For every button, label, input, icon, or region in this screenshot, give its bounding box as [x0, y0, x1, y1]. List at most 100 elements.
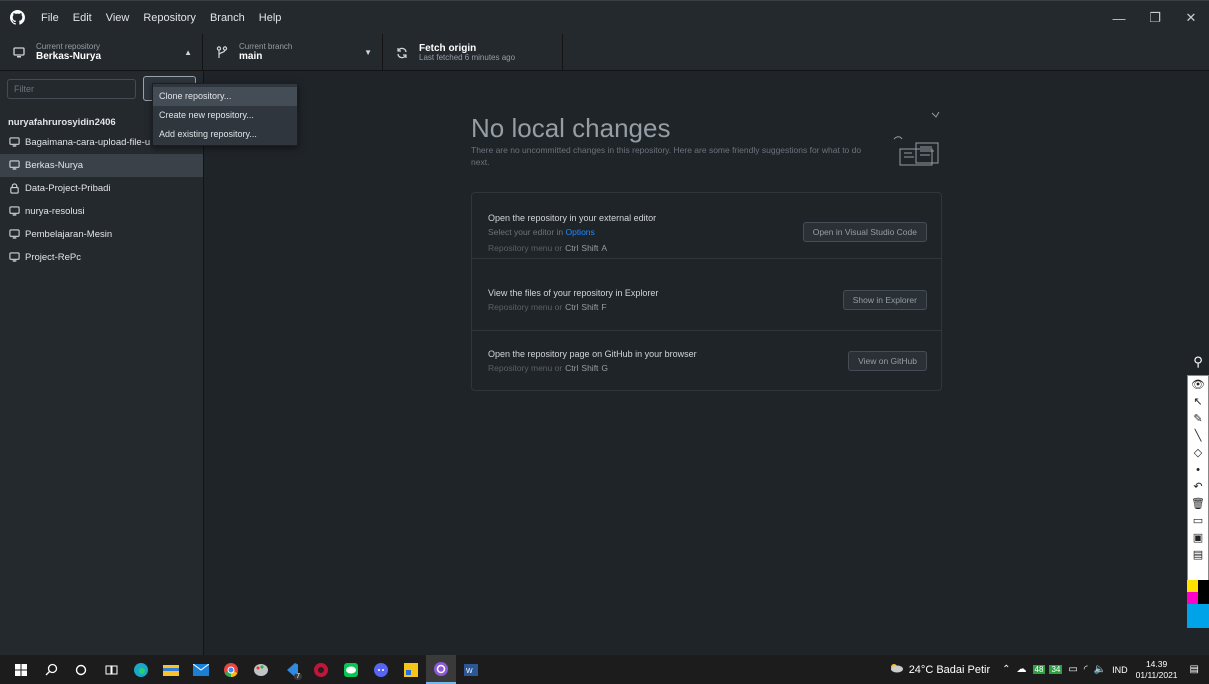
edge-browser-icon[interactable] — [126, 655, 156, 684]
chevron-up-icon[interactable]: ⌃ — [1002, 664, 1010, 675]
suggestions-card: Open the repository in your external edi… — [471, 192, 942, 391]
clone-repository-item[interactable]: Clone repository... — [153, 87, 297, 106]
volume-icon[interactable]: 🔈 — [1094, 664, 1106, 675]
tray-badge[interactable]: 48 — [1032, 665, 1046, 674]
window-controls: — ❐ ✕ — [1101, 1, 1209, 35]
undo-icon[interactable]: ↶ — [1188, 478, 1208, 495]
windows-taskbar: 7 W 24°C Badai Petir ⌃ ☁ 48 34 ▭ ◜ 🔈 IND… — [0, 655, 1209, 684]
wifi-icon[interactable]: ◜ — [1084, 664, 1088, 675]
camera-icon[interactable]: ▣ — [1188, 529, 1208, 546]
repo-item-berkas-nurya[interactable]: Berkas-Nurya — [0, 154, 203, 177]
dot-icon[interactable]: • — [1188, 461, 1208, 478]
restore-button[interactable]: ❐ — [1137, 1, 1173, 35]
eye-icon[interactable]: 👁 — [1188, 376, 1208, 393]
current-repository-caption: Current repository — [36, 41, 101, 51]
minimize-button[interactable]: — — [1101, 1, 1137, 35]
cortana-icon[interactable] — [66, 655, 96, 684]
search-icon[interactable] — [36, 655, 66, 684]
title-bar: File Edit View Repository Branch Help — … — [0, 0, 1209, 34]
repo-item-label: Berkas-Nurya — [25, 160, 84, 171]
menu-edit[interactable]: Edit — [66, 1, 99, 35]
pin-icon[interactable]: ⚲ — [1190, 353, 1206, 371]
color-palette[interactable] — [1187, 580, 1209, 628]
menu-file[interactable]: File — [34, 1, 66, 35]
menu-branch[interactable]: Branch — [203, 1, 252, 35]
options-link[interactable]: Options — [565, 227, 594, 237]
toolbar: Current repository Berkas-Nurya ▲ Curren… — [0, 34, 1209, 71]
repo-item-pembelajaran-mesin[interactable]: Pembelajaran-Mesin — [0, 223, 203, 246]
chrome-icon[interactable] — [216, 655, 246, 684]
language-indicator[interactable]: IND — [1112, 665, 1128, 675]
suggestion-row-editor: Open the repository in your external edi… — [472, 193, 941, 259]
tray-badge[interactable]: 34 — [1049, 665, 1063, 674]
fetch-origin-button[interactable]: Fetch origin Last fetched 6 minutes ago — [383, 34, 563, 71]
repo-item-label: nurya-resolusi — [25, 206, 85, 217]
discord-icon[interactable] — [366, 655, 396, 684]
suggestion-shortcut: Repository menu or Ctrl Shift F — [488, 302, 607, 312]
clock-date: 01/11/2021 — [1135, 669, 1178, 680]
desktop-icon — [10, 46, 28, 59]
word-icon[interactable]: W — [456, 655, 486, 684]
trash-icon[interactable]: 🗑 — [1188, 495, 1208, 512]
empty-state-illustration-icon — [880, 109, 950, 173]
github-desktop-icon[interactable] — [426, 655, 456, 684]
view-on-github-button[interactable]: View on GitHub — [848, 351, 927, 371]
vscode-icon[interactable]: 7 — [276, 655, 306, 684]
weather-icon — [888, 662, 904, 677]
mail-icon[interactable] — [186, 655, 216, 684]
menu-repository[interactable]: Repository — [136, 1, 203, 35]
battery-icon[interactable]: ▭ — [1068, 664, 1077, 675]
menu-view[interactable]: View — [99, 1, 137, 35]
caret-up-icon: ▲ — [184, 48, 192, 57]
account-group-title: nuryafahrurosyidin2406 — [8, 117, 116, 128]
line-icon[interactable]: ╲ — [1188, 427, 1208, 444]
cloud-icon[interactable]: ☁ — [1017, 664, 1027, 675]
repo-item-data-project-pribadi[interactable]: Data-Project-Pribadi — [0, 177, 203, 200]
open-in-vscode-button[interactable]: Open in Visual Studio Code — [802, 222, 927, 242]
suggestion-title: Open the repository page on GitHub in yo… — [488, 349, 697, 359]
svg-text:W: W — [466, 668, 473, 675]
line-app-icon[interactable] — [336, 655, 366, 684]
repo-item-label: Pembelajaran-Mesin — [25, 229, 113, 240]
create-new-repository-item[interactable]: Create new repository... — [153, 106, 297, 125]
lock-icon — [8, 182, 21, 195]
eraser-icon[interactable]: ◇ — [1188, 444, 1208, 461]
suggestion-row-github: Open the repository page on GitHub in yo… — [472, 331, 941, 391]
suggestion-shortcut: Repository menu or Ctrl Shift G — [488, 363, 609, 373]
current-repository-button[interactable]: Current repository Berkas-Nurya ▲ — [0, 34, 203, 71]
sticky-notes-icon[interactable] — [396, 655, 426, 684]
suggestion-title: Open the repository in your external edi… — [488, 213, 657, 223]
cursor-icon[interactable]: ↖ — [1188, 393, 1208, 410]
file-explorer-icon[interactable] — [156, 655, 186, 684]
task-view-icon[interactable] — [96, 655, 126, 684]
suggestion-subtitle: Select your editor in Options — [488, 227, 595, 237]
clock-time: 14.39 — [1145, 659, 1168, 670]
repo-item-project-repc[interactable]: Project-RePc — [0, 246, 203, 269]
caret-down-icon: ▼ — [364, 48, 372, 57]
suggestion-shortcut: Repository menu or Ctrl Shift A — [488, 243, 608, 253]
windows-start-icon[interactable] — [6, 655, 36, 684]
suggestion-row-explorer: View the files of your repository in Exp… — [472, 271, 941, 331]
show-in-explorer-button[interactable]: Show in Explorer — [842, 290, 927, 310]
clear-icon[interactable]: ▭ — [1188, 512, 1208, 529]
filter-input[interactable]: Filter — [7, 79, 136, 99]
pen-icon[interactable]: ✎ — [1188, 410, 1208, 427]
close-button[interactable]: ✕ — [1173, 1, 1209, 35]
paint-icon[interactable] — [246, 655, 276, 684]
repo-item-label: Data-Project-Pribadi — [25, 183, 111, 194]
clock[interactable]: 14.39 01/11/2021 — [1136, 659, 1178, 679]
add-repository-menu: Clone repository... Create new repositor… — [152, 83, 298, 146]
system-tray: 24°C Badai Petir ⌃ ☁ 48 34 ▭ ◜ 🔈 IND 14.… — [888, 655, 1209, 684]
recorder-icon[interactable] — [306, 655, 336, 684]
clipboard-icon[interactable]: ▤ — [1188, 546, 1208, 563]
repo-icon — [8, 205, 21, 218]
notification-icon[interactable]: ▤ — [1190, 664, 1199, 675]
current-branch-button[interactable]: Current branch main ▼ — [203, 34, 383, 71]
menu-help[interactable]: Help — [252, 1, 289, 35]
current-branch-caption: Current branch — [239, 41, 293, 51]
repository-list: Bagaimana-cara-upload-file-u Berkas-Nury… — [0, 131, 203, 269]
github-logo-icon — [0, 1, 34, 35]
repo-item-nurya-resolusi[interactable]: nurya-resolusi — [0, 200, 203, 223]
weather-text[interactable]: 24°C Badai Petir — [909, 664, 990, 676]
add-existing-repository-item[interactable]: Add existing repository... — [153, 125, 297, 144]
